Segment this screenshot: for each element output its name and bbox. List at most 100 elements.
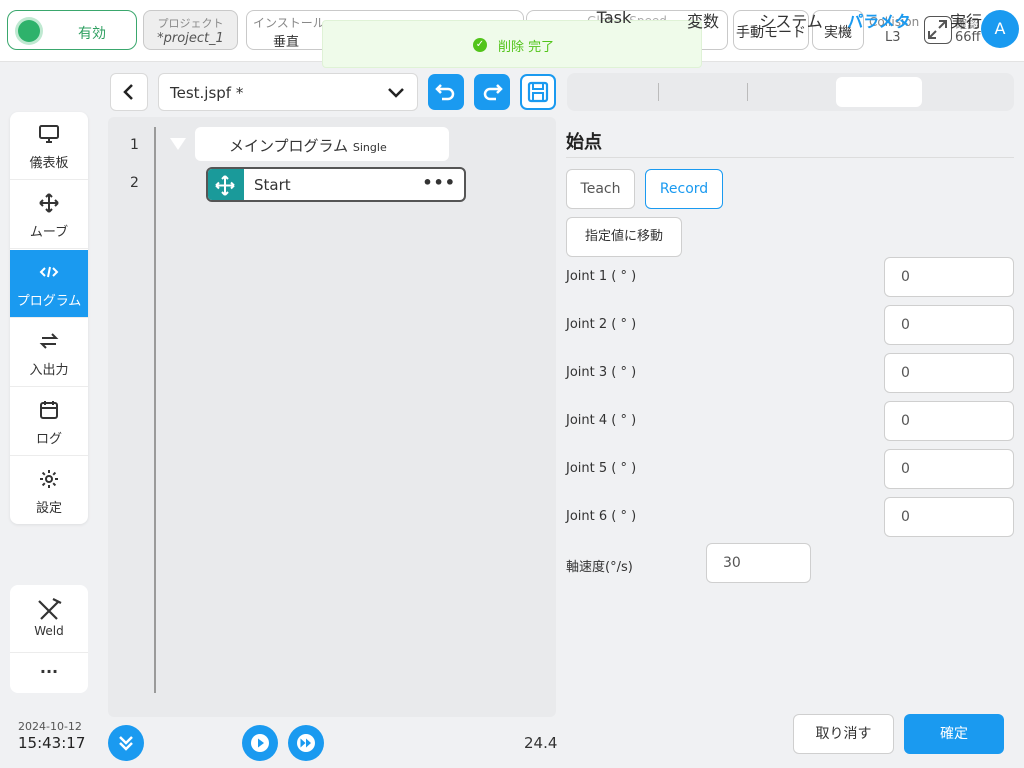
more-menu-icon[interactable]: ··· bbox=[10, 654, 88, 693]
install-caption: インストール bbox=[253, 16, 325, 30]
main-program-node[interactable]: メインプログラム Single bbox=[195, 127, 449, 161]
redo-button[interactable] bbox=[474, 74, 510, 110]
redo-icon bbox=[483, 84, 503, 101]
sidebar-item-dashboard[interactable]: 儀表板 bbox=[10, 112, 88, 180]
project-selector[interactable]: プロジェクト *project_1 bbox=[143, 10, 238, 50]
joint-6-input[interactable]: 0 bbox=[884, 497, 1014, 537]
start-node[interactable]: Start ••• bbox=[206, 167, 466, 202]
current-time: 15:43:17 bbox=[18, 734, 86, 752]
cancel-button[interactable]: 取り消す bbox=[793, 714, 894, 754]
sidebar-item-move[interactable]: ムーブ bbox=[10, 181, 88, 249]
title-divider bbox=[566, 157, 1014, 158]
joint-speed-label: 軸速度(°/s) bbox=[566, 560, 633, 575]
toast-notification: ✓ 削除 完了 bbox=[322, 20, 702, 68]
gear-icon bbox=[40, 470, 58, 488]
joint-3-input[interactable]: 0 bbox=[884, 353, 1014, 393]
joint-2-input[interactable]: 0 bbox=[884, 305, 1014, 345]
tab-bar bbox=[567, 73, 1014, 111]
check-circle-icon: ✓ bbox=[473, 38, 487, 52]
chevron-left-icon bbox=[123, 84, 133, 100]
project-name: *project_1 bbox=[157, 31, 224, 46]
main-program-label: メインプログラム bbox=[229, 137, 349, 155]
line-number: 2 bbox=[130, 175, 139, 191]
calendar-icon bbox=[40, 401, 58, 419]
move-node-icon bbox=[208, 169, 244, 200]
double-chevron-down-icon bbox=[119, 736, 133, 751]
joint-2-label: Joint 2 ( ° ) bbox=[566, 317, 637, 332]
undo-button[interactable] bbox=[428, 74, 464, 110]
sidebar-item-settings[interactable]: 設定 bbox=[10, 457, 88, 525]
save-button[interactable] bbox=[520, 74, 556, 110]
enable-toggle[interactable]: 有効 bbox=[7, 10, 137, 50]
file-select[interactable]: Test.jspf * bbox=[158, 73, 418, 111]
sidebar-item-label: 入出力 bbox=[29, 363, 69, 378]
undo-icon bbox=[435, 84, 455, 101]
toast-message: 削除 完了 bbox=[498, 40, 555, 55]
panel-title: 始点 bbox=[566, 132, 602, 153]
confirm-value: 66ff bbox=[955, 30, 981, 45]
tab-parameters[interactable]: パラメタ bbox=[836, 8, 922, 32]
move-arrows-icon bbox=[39, 193, 59, 213]
monitor-icon bbox=[39, 125, 59, 143]
sidebar: 儀表板 ムーブ プログラム 入出力 ログ 設定 bbox=[10, 112, 88, 524]
code-icon bbox=[39, 266, 59, 278]
plugin-panel: Weld ··· bbox=[10, 585, 88, 693]
program-time: 24.4 bbox=[524, 734, 558, 752]
install-value: 垂直 bbox=[273, 35, 300, 50]
sidebar-item-label: 儀表板 bbox=[29, 156, 69, 171]
file-name: Test.jspf * bbox=[170, 84, 244, 102]
move-to-value-button[interactable]: 指定値に移動 bbox=[566, 217, 682, 257]
tab-active-indicator bbox=[836, 77, 922, 107]
project-caption: プロジェクト bbox=[157, 17, 224, 30]
play-icon bbox=[251, 734, 269, 752]
tab-task[interactable]: Task bbox=[580, 8, 648, 27]
save-icon bbox=[527, 81, 549, 103]
joint-6-label: Joint 6 ( ° ) bbox=[566, 509, 637, 524]
sidebar-item-label: ムーブ bbox=[29, 225, 69, 240]
play-button[interactable] bbox=[242, 725, 278, 761]
joint-speed-input[interactable]: 30 bbox=[706, 543, 811, 583]
joint-4-input[interactable]: 0 bbox=[884, 401, 1014, 441]
weld-button[interactable]: Weld bbox=[10, 585, 88, 653]
sidebar-item-log[interactable]: ログ bbox=[10, 388, 88, 456]
main-program-mode: Single bbox=[352, 141, 387, 154]
joint-5-input[interactable]: 0 bbox=[884, 449, 1014, 489]
joint-3-label: Joint 3 ( ° ) bbox=[566, 365, 637, 380]
enable-label: 有効 bbox=[78, 26, 106, 42]
record-button[interactable]: Record bbox=[645, 169, 723, 209]
expand-down-button[interactable] bbox=[108, 725, 144, 761]
tab-separator bbox=[658, 83, 659, 101]
tab-variables[interactable]: 変数 bbox=[670, 8, 736, 32]
tab-system[interactable]: システム bbox=[752, 8, 830, 32]
start-node-label: Start bbox=[254, 176, 291, 194]
weld-label: Weld bbox=[34, 624, 64, 638]
current-date: 2024-10-12 bbox=[18, 720, 82, 733]
fast-forward-icon bbox=[297, 734, 315, 752]
node-more-icon[interactable]: ••• bbox=[422, 173, 456, 192]
tab-execute[interactable]: 実行 bbox=[932, 8, 1000, 32]
sidebar-item-label: ログ bbox=[35, 432, 62, 447]
sidebar-item-label: 設定 bbox=[35, 501, 62, 516]
confirm-button[interactable]: 確定 bbox=[904, 714, 1004, 754]
collision-level: L3 bbox=[885, 30, 901, 45]
fast-forward-button[interactable] bbox=[288, 725, 324, 761]
joint-1-input[interactable]: 0 bbox=[884, 257, 1014, 297]
chevron-down-icon bbox=[388, 88, 404, 98]
program-tree-area bbox=[108, 117, 556, 717]
teach-button[interactable]: Teach bbox=[566, 169, 635, 209]
back-button[interactable] bbox=[110, 73, 148, 111]
joint-5-label: Joint 5 ( ° ) bbox=[566, 461, 637, 476]
swap-icon bbox=[39, 333, 59, 349]
joint-1-label: Joint 1 ( ° ) bbox=[566, 269, 637, 284]
tab-separator bbox=[747, 83, 748, 101]
move-arrows-icon bbox=[215, 175, 235, 196]
line-number: 1 bbox=[130, 137, 139, 153]
sidebar-item-label: プログラム bbox=[16, 294, 82, 309]
weld-torch-icon bbox=[38, 598, 62, 620]
joint-4-label: Joint 4 ( ° ) bbox=[566, 413, 637, 428]
sidebar-item-io[interactable]: 入出力 bbox=[10, 319, 88, 387]
collapse-triangle-icon[interactable] bbox=[169, 137, 187, 151]
sidebar-item-program[interactable]: プログラム bbox=[10, 250, 88, 318]
tree-line bbox=[154, 127, 156, 693]
enable-status-icon bbox=[18, 20, 40, 42]
